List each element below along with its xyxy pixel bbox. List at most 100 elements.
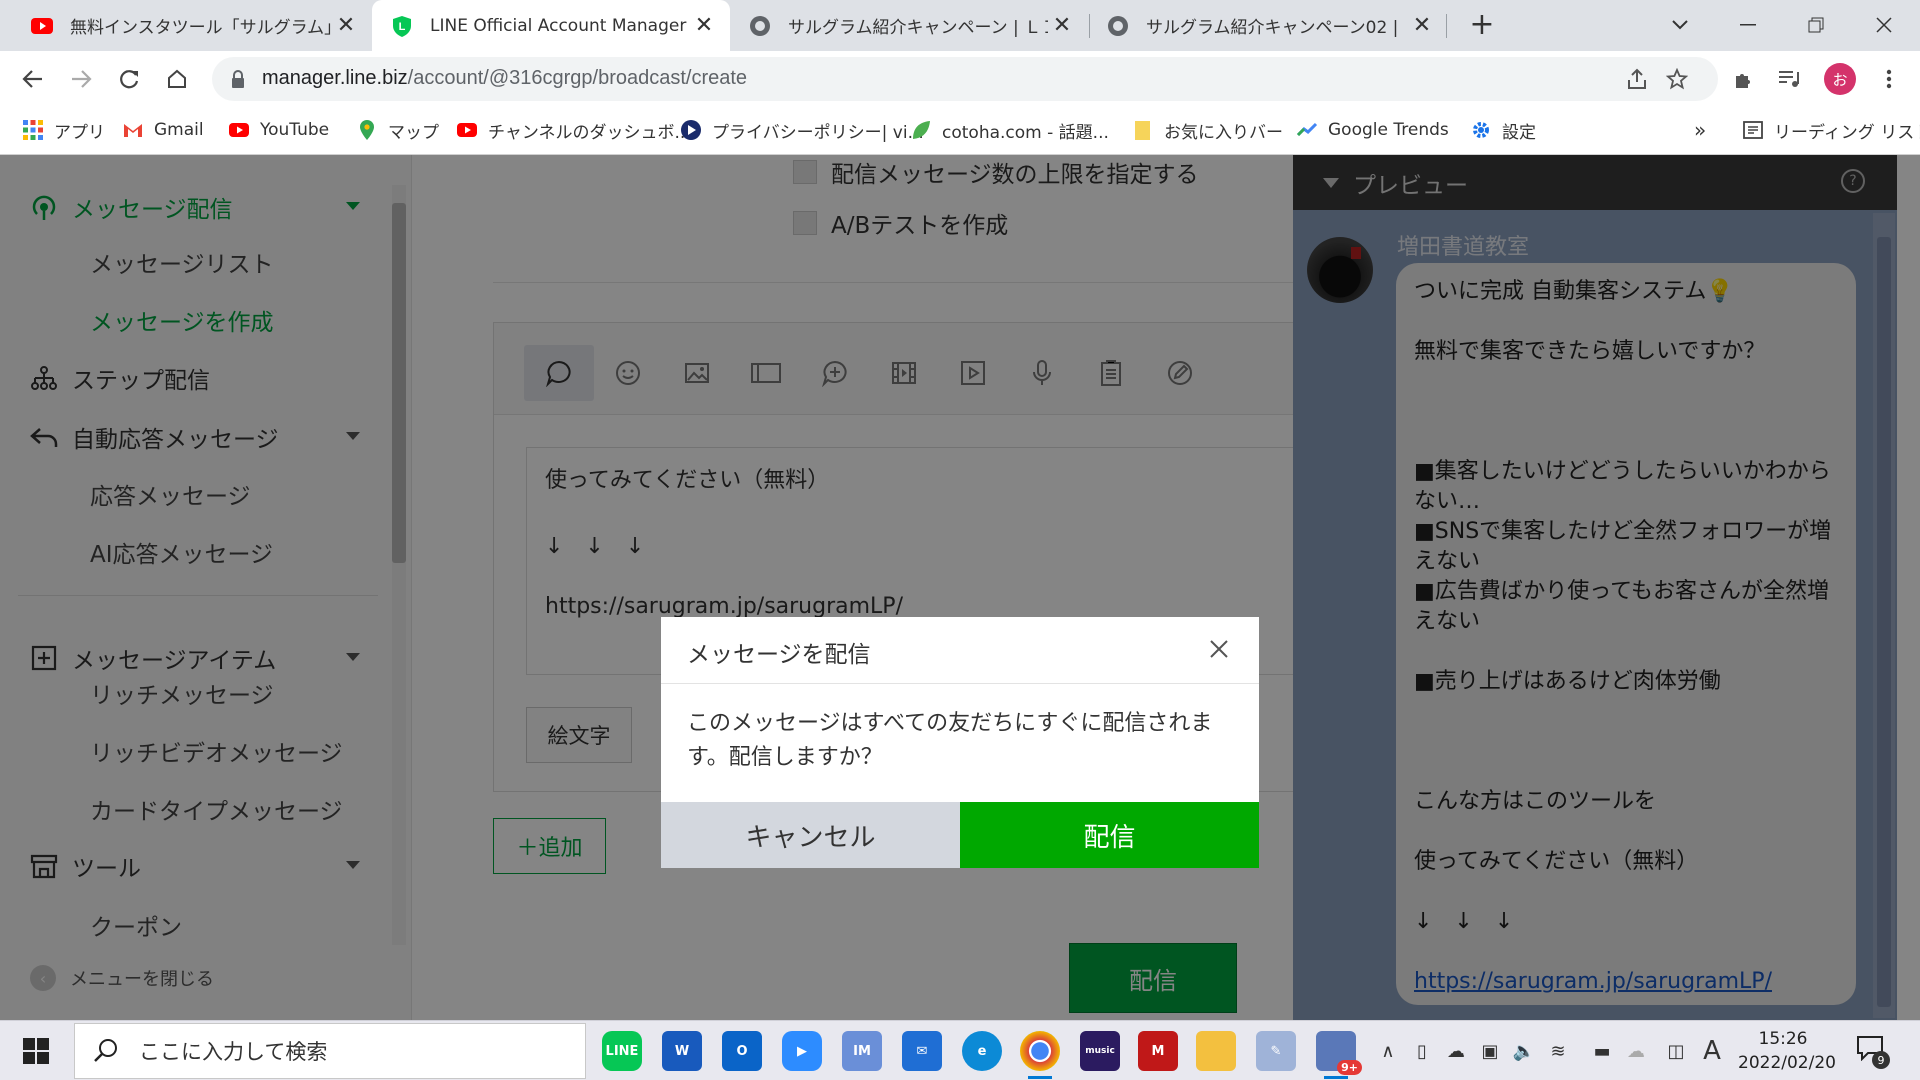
bookmark-star-icon[interactable] xyxy=(1660,62,1694,96)
chrome-app-icon[interactable] xyxy=(1020,1031,1060,1079)
tab-close-icon[interactable]: ✕ xyxy=(690,12,718,40)
display-icon[interactable]: ▣ xyxy=(1478,1039,1502,1063)
extensions-icon[interactable] xyxy=(1726,62,1760,96)
media-control-icon[interactable] xyxy=(1772,62,1806,96)
tab-close-icon[interactable]: ✕ xyxy=(1048,12,1076,40)
tab-separator xyxy=(1446,14,1447,38)
tab-campaign-2[interactable]: サルグラム紹介キャンペーン02 | ＬＩ ✕ xyxy=(1090,0,1448,51)
ime-indicator[interactable]: A xyxy=(1700,1036,1724,1066)
meet-now-icon[interactable]: ◫ xyxy=(1664,1039,1688,1063)
paint-app-icon[interactable]: ✎ xyxy=(1256,1031,1296,1071)
send-confirm-dialog: メッセージを配信 このメッセージはすべての友だちにすぐに配信されます。配信します… xyxy=(661,617,1259,868)
bookmark-label: マップ xyxy=(388,122,439,143)
tab-title: サルグラム紹介キャンペーン | ＬＩＮＥ xyxy=(788,18,1048,38)
window-close-icon[interactable] xyxy=(1864,8,1904,42)
reload-icon[interactable] xyxy=(112,62,146,96)
bookmark-youtube[interactable]: YouTube xyxy=(228,117,329,143)
home-icon[interactable] xyxy=(160,62,194,96)
file-explorer-app-icon[interactable] xyxy=(1196,1031,1236,1071)
edge-app-icon[interactable]: e xyxy=(962,1031,1002,1071)
tab-title: LINE Official Account Manager xyxy=(430,15,687,36)
usb-icon[interactable]: ▯ xyxy=(1410,1039,1434,1063)
confirm-send-button[interactable]: 配信 xyxy=(960,802,1259,868)
dialog-divider xyxy=(661,683,1259,684)
svg-text:L: L xyxy=(399,21,406,33)
volume-icon[interactable]: 🔈 xyxy=(1512,1039,1536,1063)
tab-title: 無料インスタツール「サルグラム」につい xyxy=(70,18,332,38)
tab-campaign-1[interactable]: サルグラム紹介キャンペーン | ＬＩＮＥ ✕ xyxy=(730,0,1088,51)
url-path: /account/@316cgrgp/broadcast/create xyxy=(407,67,748,89)
windows-start-icon[interactable] xyxy=(12,1033,60,1069)
bookmark-label: お気に入りバー xyxy=(1164,122,1283,143)
share-icon[interactable] xyxy=(1620,62,1654,96)
bookmark-label: cotoha.com - 話題... xyxy=(942,122,1109,143)
amazon-music-app-icon[interactable]: music xyxy=(1080,1031,1120,1071)
forward-arrow-icon[interactable] xyxy=(64,62,98,96)
lock-icon xyxy=(232,70,244,88)
tab-line-manager[interactable]: L LINE Official Account Manager ✕ xyxy=(372,0,730,51)
profile-avatar[interactable]: お xyxy=(1824,63,1856,95)
maps-pin-icon xyxy=(360,120,374,140)
youtube-icon xyxy=(229,123,249,137)
mcafee-app-icon[interactable]: M xyxy=(1138,1031,1178,1071)
bookmark-label: Gmail xyxy=(154,120,204,140)
modal-overlay[interactable]: メッセージを配信 このメッセージはすべての友だちにすぐに配信されます。配信します… xyxy=(0,155,1920,1020)
line-icon: L xyxy=(393,15,411,37)
notification-center-icon[interactable]: 9 xyxy=(1856,1035,1890,1069)
cancel-button[interactable]: キャンセル xyxy=(661,802,960,868)
windows-taskbar: ここに入力して検索 LINE W O ▶ IM ✉ e music M ✎ 9+… xyxy=(0,1020,1920,1080)
battery-icon[interactable]: ▬ xyxy=(1590,1039,1614,1063)
bookmark-favorites-folder[interactable]: お気に入りバー xyxy=(1132,117,1283,143)
outlook-app-icon[interactable]: O xyxy=(722,1031,762,1071)
notification-badge: 9 xyxy=(1872,1051,1890,1069)
bookmark-label: Google Trends xyxy=(1328,120,1449,140)
taskbar-search-box[interactable]: ここに入力して検索 xyxy=(74,1023,586,1079)
kebab-menu-icon[interactable] xyxy=(1872,62,1906,96)
bookmark-settings[interactable]: 設定 xyxy=(1470,117,1536,143)
im-app-icon[interactable]: IM xyxy=(842,1031,882,1071)
app-with-badge-icon[interactable]: 9+ xyxy=(1316,1031,1362,1079)
zoom-app-icon[interactable]: ▶ xyxy=(782,1031,822,1071)
minimize-icon[interactable] xyxy=(1728,8,1768,42)
globe-icon xyxy=(1108,15,1128,36)
onedrive-icon[interactable]: ☁ xyxy=(1444,1039,1468,1063)
youtube-icon xyxy=(31,17,53,34)
system-clock[interactable]: 15:26 2022/02/20 xyxy=(1738,1027,1836,1075)
dialog-title: メッセージを配信 xyxy=(687,642,871,668)
bookmark-privacy-policy[interactable]: プライバシーポリシー| vi... xyxy=(680,117,924,143)
dialog-message: このメッセージはすべての友だちにすぐに配信されます。配信しますか？ xyxy=(687,711,1213,770)
youtube-icon xyxy=(457,123,477,137)
new-tab-button[interactable]: + xyxy=(1466,10,1498,42)
reading-list-button[interactable]: リーディング リスト xyxy=(1742,117,1920,143)
wifi-icon[interactable]: ≋ xyxy=(1546,1039,1570,1063)
folder-icon xyxy=(1135,121,1150,140)
cloud-icon[interactable]: ☁ xyxy=(1624,1039,1648,1063)
back-arrow-icon[interactable] xyxy=(16,62,50,96)
leaf-icon xyxy=(913,121,930,139)
tab-title: サルグラム紹介キャンペーン02 | ＬＩ xyxy=(1146,18,1408,38)
word-app-icon[interactable]: W xyxy=(662,1031,702,1071)
tab-search-icon[interactable] xyxy=(1660,8,1700,42)
gmail-icon xyxy=(124,124,142,137)
bookmark-apps[interactable]: アプリ xyxy=(22,117,105,143)
tab-sarugram-youtube[interactable]: 無料インスタツール「サルグラム」につい ✕ xyxy=(0,0,372,51)
line-app-icon[interactable]: LINE xyxy=(602,1031,642,1071)
bookmark-cotoha[interactable]: cotoha.com - 話題... xyxy=(910,117,1109,143)
bookmarks-overflow-icon[interactable]: » xyxy=(1694,117,1706,143)
close-icon[interactable] xyxy=(1203,633,1235,665)
url-text: manager.line.biz/account/@316cgrgp/broad… xyxy=(262,67,747,90)
tab-close-icon[interactable]: ✕ xyxy=(1408,12,1436,40)
bookmark-maps[interactable]: マップ xyxy=(356,117,439,143)
bookmark-gmail[interactable]: Gmail xyxy=(122,117,204,143)
tab-close-icon[interactable]: ✕ xyxy=(332,12,360,40)
tray-expand-icon[interactable]: ∧ xyxy=(1376,1039,1400,1063)
bookmark-google-trends[interactable]: Google Trends xyxy=(1296,117,1449,143)
bookmark-label: チャンネルのダッシュボ... xyxy=(488,122,691,143)
url-host: manager.line.biz xyxy=(262,67,408,89)
bookmark-label: 設定 xyxy=(1502,122,1536,143)
apps-grid-icon xyxy=(23,120,43,140)
address-bar[interactable]: manager.line.biz/account/@316cgrgp/broad… xyxy=(212,57,1718,101)
bookmark-channel-dashboard[interactable]: チャンネルのダッシュボ... xyxy=(456,117,691,143)
mail-app-icon[interactable]: ✉ xyxy=(902,1031,942,1071)
restore-icon[interactable] xyxy=(1796,8,1836,42)
